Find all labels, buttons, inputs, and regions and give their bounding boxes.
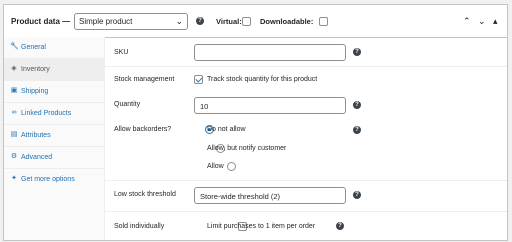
product-type-value: Simple product (79, 17, 133, 26)
backorders-label: Allow backorders? (114, 126, 172, 133)
backorder-option-label: Allow, but notify customer (207, 145, 287, 152)
tab-label: General (21, 44, 46, 51)
tab-label: Shipping (21, 88, 49, 95)
truck-icon: ▣ (10, 87, 18, 94)
low-stock-threshold-value: Store-wide threshold (2) (200, 192, 281, 201)
tab-linked-products[interactable]: ∞ Linked Products (4, 103, 104, 125)
manage-stock-checkbox[interactable] (194, 75, 203, 84)
quantity-value: 10 (200, 102, 209, 111)
backorder-option-label: Allow (207, 163, 224, 170)
help-icon[interactable]: ? (336, 222, 344, 230)
tab-advanced[interactable]: ⚙ Advanced (4, 147, 104, 169)
backorder-option-label: Do not allow (207, 126, 246, 133)
tab-label: Advanced (21, 154, 53, 161)
quantity-label: Quantity (114, 101, 141, 108)
chevron-down-icon: ⌄ (175, 16, 183, 26)
tag-icon: ◈ (11, 65, 17, 72)
product-data-tabs: 🔧 General ◈ Inventory ▣ Shipping ∞ Linke… (4, 37, 105, 240)
low-stock-threshold-label: Low stock threshold (114, 191, 176, 198)
help-icon[interactable]: ? (353, 191, 361, 199)
downloadable-label: Downloadable: (260, 17, 314, 26)
help-icon[interactable]: ? (353, 48, 361, 56)
tab-label: Attributes (21, 132, 51, 139)
help-icon[interactable]: ? (353, 126, 361, 134)
sku-label: SKU (114, 49, 129, 56)
backorder-radio-yes[interactable] (226, 162, 236, 171)
manage-stock-checkbox-label: Track stock quantity for this product (207, 76, 318, 83)
sold-individually-label: Sold individually (114, 223, 165, 230)
panel-title: Product data — (11, 17, 71, 26)
product-data-panel: Product data — Simple product ⌄ ? Virtua… (3, 4, 508, 241)
move-down-icon[interactable]: ⌄ (478, 16, 486, 27)
tab-label: Inventory (21, 66, 50, 73)
link-icon: ∞ (11, 109, 17, 116)
tab-get-more-options[interactable]: ✦ Get more options (4, 169, 104, 191)
low-stock-threshold-input[interactable]: Store-wide threshold (2) (194, 187, 346, 204)
tab-shipping[interactable]: ▣ Shipping (4, 81, 104, 103)
virtual-label: Virtual: (216, 17, 242, 26)
tab-attributes[interactable]: ▤ Attributes (4, 125, 104, 147)
collapse-icon[interactable]: ▴ (493, 16, 498, 27)
wrench-icon: 🔧 (10, 43, 19, 50)
tab-label: Linked Products (21, 110, 72, 117)
sku-input[interactable] (194, 44, 346, 61)
tab-label: Get more options (21, 176, 75, 183)
product-data-header: Product data — Simple product ⌄ ? Virtua… (4, 5, 507, 38)
list-icon: ▤ (10, 131, 18, 138)
move-up-icon[interactable]: ⌃ (463, 16, 471, 27)
divider (104, 180, 507, 181)
help-icon[interactable]: ? (196, 17, 204, 25)
downloadable-checkbox[interactable] (318, 17, 328, 26)
help-icon[interactable]: ? (353, 101, 361, 109)
plugin-icon: ✦ (11, 175, 17, 182)
product-type-select[interactable]: Simple product ⌄ (74, 13, 188, 30)
tab-general[interactable]: 🔧 General (4, 37, 104, 59)
divider (104, 211, 507, 212)
sold-individually-checkbox-label: Limit purchases to 1 item per order (207, 223, 316, 230)
divider (104, 66, 507, 67)
virtual-checkbox[interactable] (242, 17, 251, 26)
stock-management-label: Stock management (114, 76, 175, 83)
tab-inventory[interactable]: ◈ Inventory (4, 59, 104, 81)
quantity-input[interactable]: 10 (194, 97, 346, 114)
gear-icon: ⚙ (10, 153, 18, 160)
